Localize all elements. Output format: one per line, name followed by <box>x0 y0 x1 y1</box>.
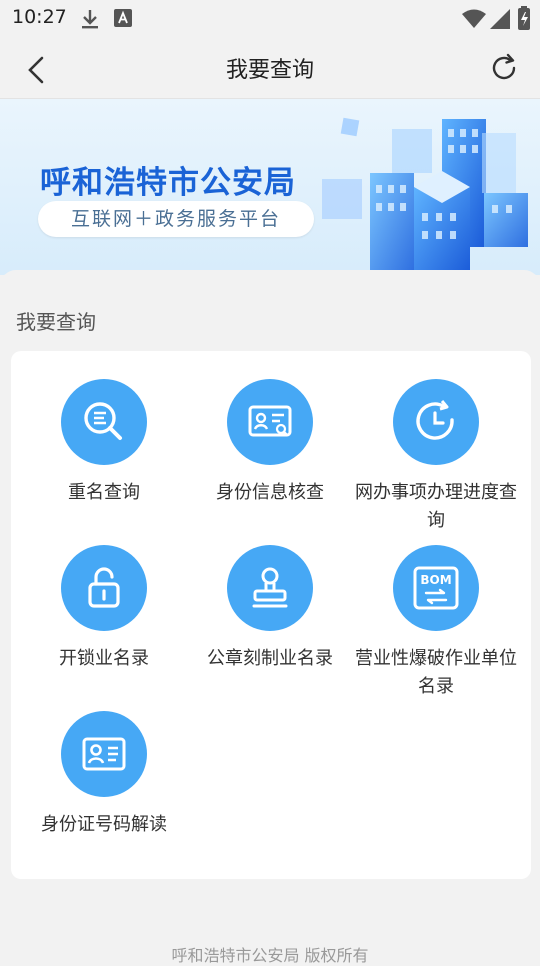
refresh-icon <box>492 53 516 80</box>
unlock-icon <box>61 545 147 631</box>
banner-title: 呼和浩特市公安局 <box>40 165 296 201</box>
service-locksmith-list[interactable]: 开锁业名录 <box>21 545 187 673</box>
refresh-button[interactable] <box>486 50 522 86</box>
wifi-icon <box>462 9 486 33</box>
service-progress-query[interactable]: 网办事项办理进度查询 <box>353 379 519 535</box>
service-label: 重名查询 <box>68 482 140 503</box>
service-id-check[interactable]: 身份信息核查 <box>187 379 353 507</box>
service-label: 身份证号码解读 <box>41 814 167 835</box>
signal-icon <box>490 9 510 33</box>
service-name-search[interactable]: 重名查询 <box>21 379 187 507</box>
service-label: 网办事项办理进度查询 <box>355 482 517 531</box>
font-app-icon <box>114 9 132 31</box>
name-search-icon <box>61 379 147 465</box>
copyright-footer: 呼和浩特市公安局 版权所有 <box>171 946 369 965</box>
service-label: 营业性爆破作业单位名录 <box>355 648 517 697</box>
service-seal-engraving-list[interactable]: 公章刻制业名录 <box>187 545 353 673</box>
city-buildings-illustration <box>322 117 528 275</box>
stamp-icon <box>227 545 313 631</box>
service-label: 身份信息核查 <box>216 482 324 503</box>
download-icon <box>80 8 100 34</box>
service-blasting-unit-list[interactable]: BOM 营业性爆破作业单位名录 <box>353 545 519 701</box>
status-time: 10:27 <box>12 6 67 28</box>
bom-label: BOM <box>420 573 451 587</box>
services-card: 重名查询 身份信息核查 网办事项办理进度查询 开锁业名录 公章刻制业名录 BOM… <box>11 351 531 879</box>
clock-progress-icon <box>393 379 479 465</box>
main-content: 我要查询 重名查询 身份信息核查 网办事项办理进度查询 开锁业名录 公章刻制业名… <box>0 270 540 965</box>
service-label: 开锁业名录 <box>59 648 149 669</box>
hero-banner: 呼和浩特市公安局 互联网＋政务服务平台 <box>0 99 540 275</box>
id-card-icon <box>61 711 147 797</box>
service-label: 公章刻制业名录 <box>207 648 333 669</box>
service-id-number-decode[interactable]: 身份证号码解读 <box>21 711 187 839</box>
app-header: 我要查询 <box>0 38 540 99</box>
banner-subtitle: 互联网＋政务服务平台 <box>38 201 314 237</box>
section-title: 我要查询 <box>16 310 96 334</box>
id-card-search-icon <box>227 379 313 465</box>
bom-document-icon: BOM <box>393 545 479 631</box>
status-bar: 10:27 <box>0 0 540 38</box>
page-title: 我要查询 <box>225 58 314 83</box>
battery-icon <box>518 6 530 34</box>
